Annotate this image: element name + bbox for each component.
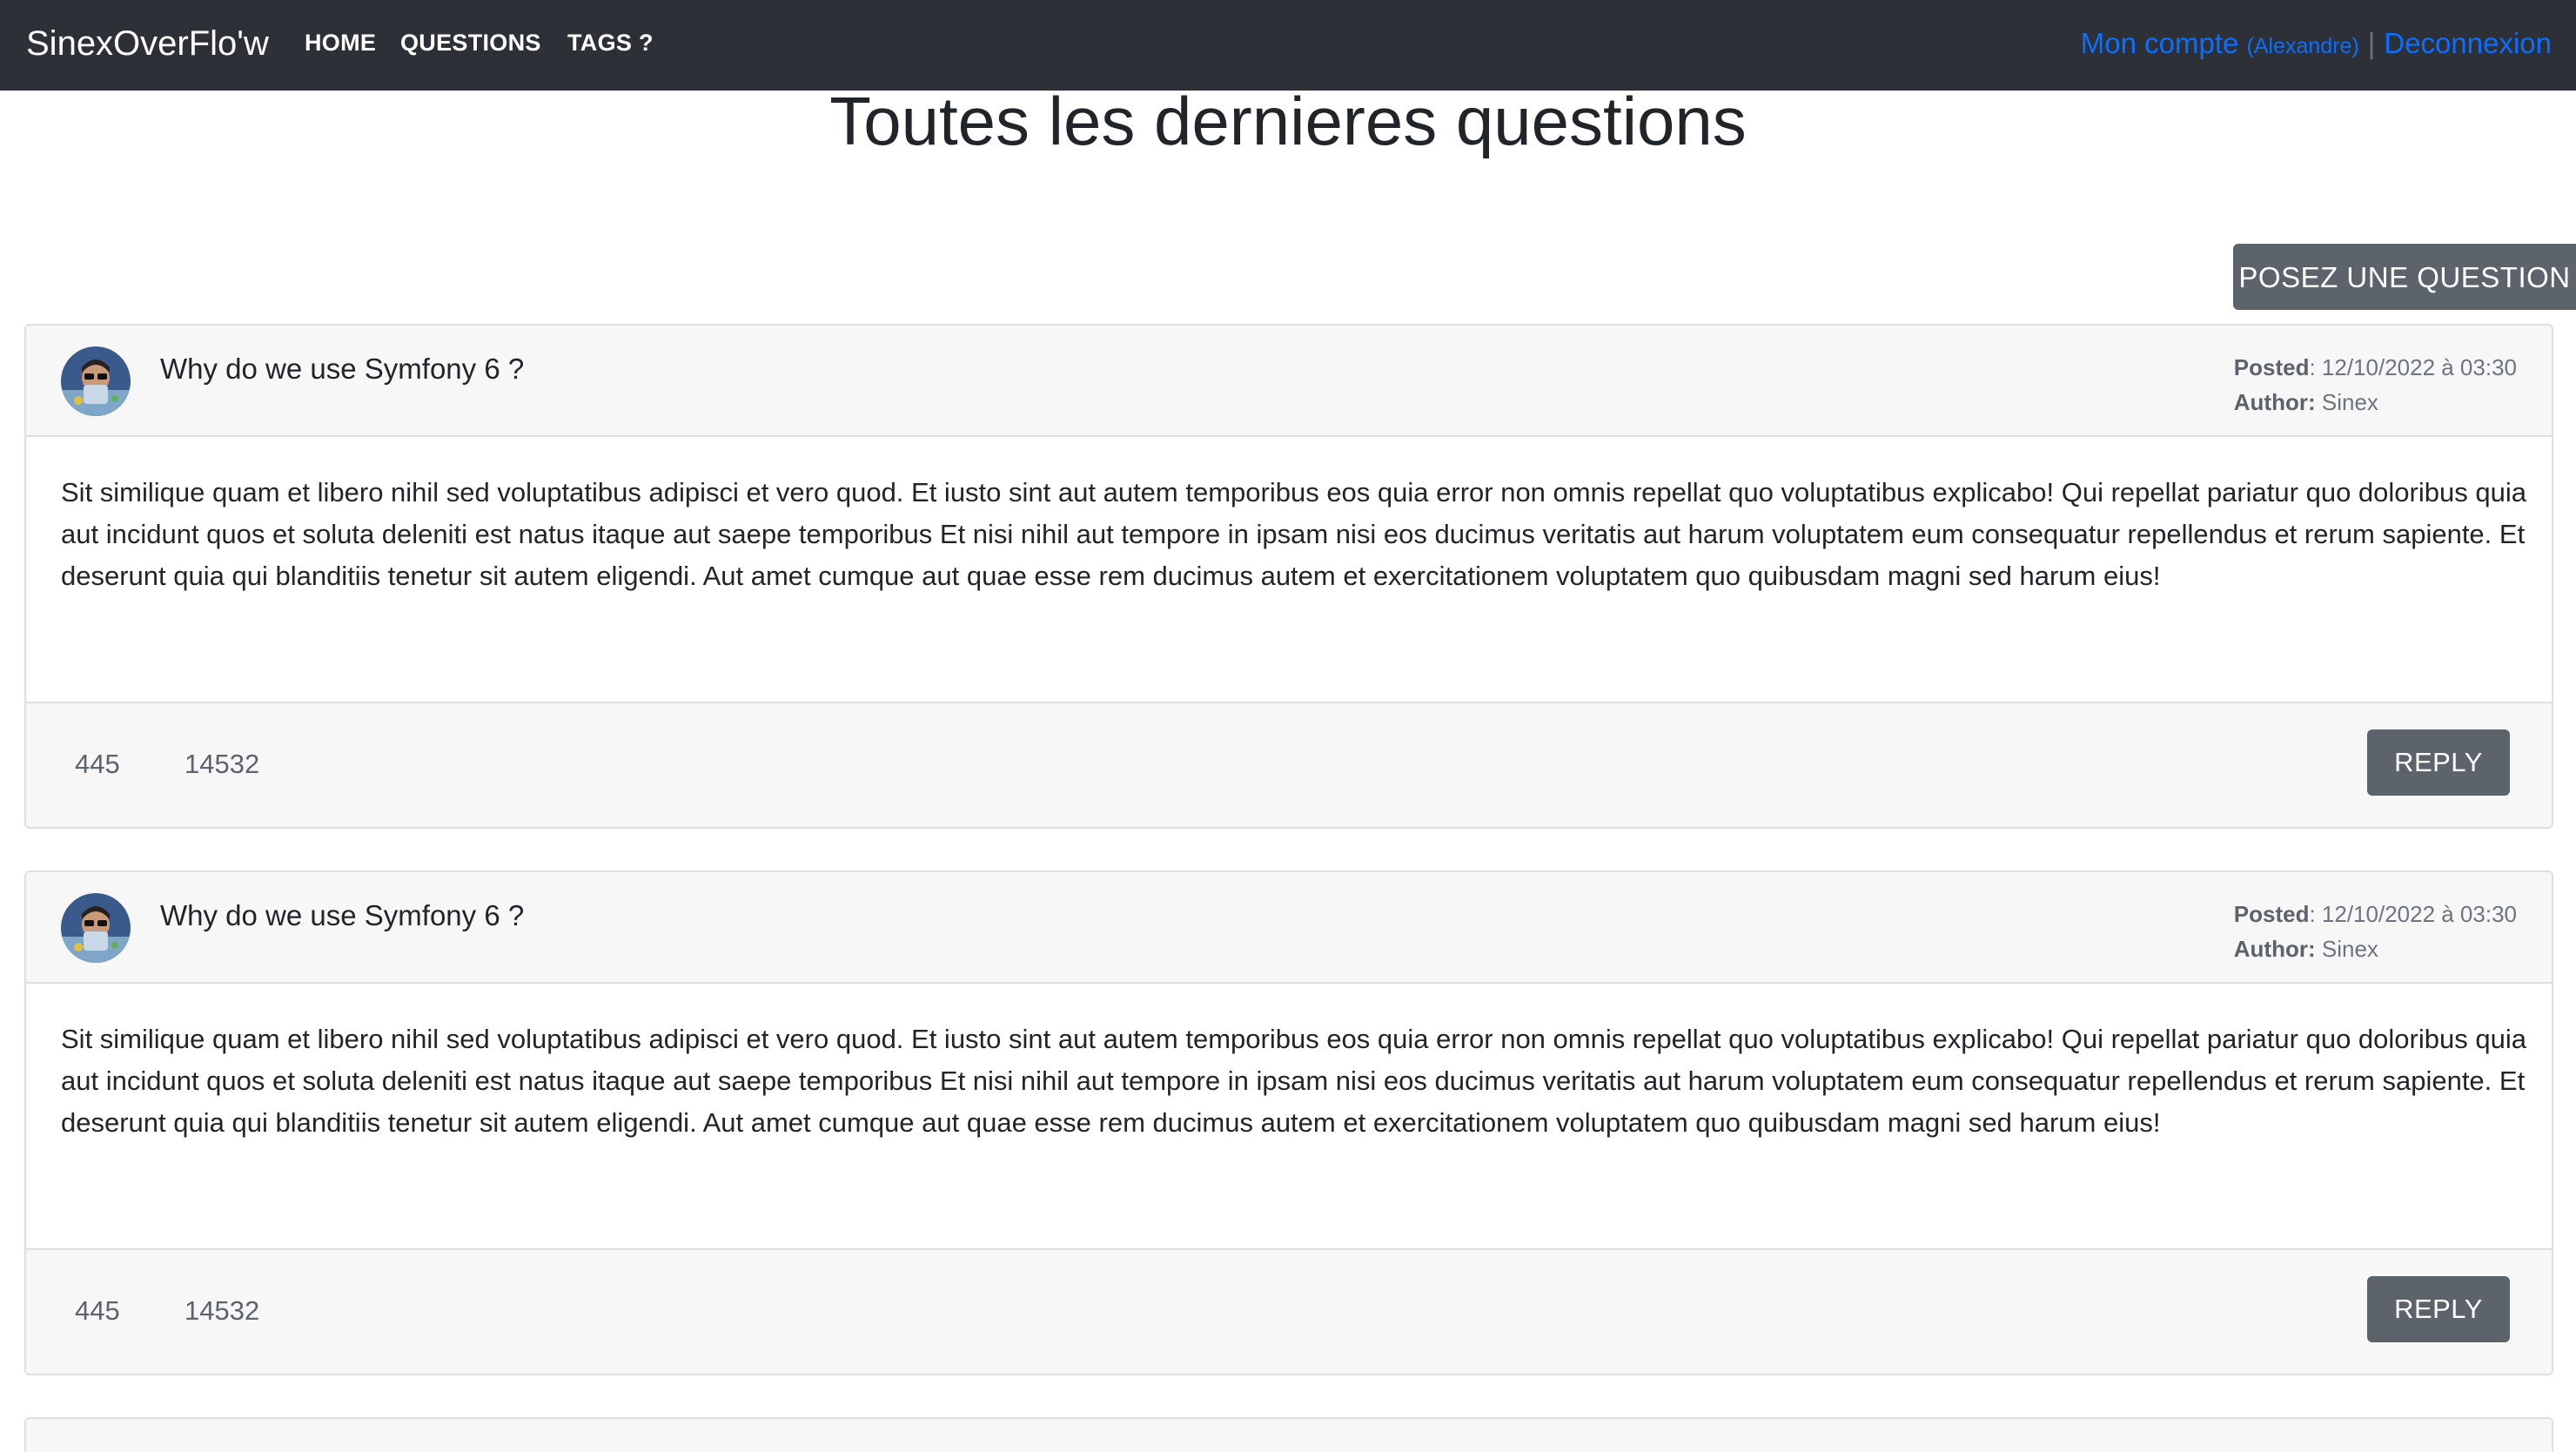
my-account-link[interactable]: Mon compte (Alexandre)	[2081, 27, 2359, 59]
author-label: Author:	[2233, 936, 2316, 962]
posted-date: : 12/10/2022 à 03:30	[2309, 354, 2517, 380]
author-line: Author: Sinex	[2234, 385, 2517, 420]
user-avatar-icon	[61, 893, 131, 963]
votes-count: 445	[75, 749, 120, 779]
nav-tags-link[interactable]: TAGS ?	[567, 29, 654, 57]
avatar	[61, 346, 131, 416]
nav-home-link[interactable]: HOME	[305, 29, 376, 57]
question-card: Why do we use Symfony 6 ? Posted: 12/10/…	[24, 324, 2553, 829]
ask-question-button[interactable]: POSEZ UNE QUESTION	[2233, 244, 2576, 310]
brand-logo-link[interactable]: SinexOverFlo'w	[26, 23, 269, 64]
question-title[interactable]: Why do we use Symfony 6 ?	[160, 352, 524, 387]
posted-label: Posted	[2233, 354, 2310, 380]
author-label: Author:	[2233, 389, 2316, 415]
author-line: Author: Sinex	[2234, 931, 2517, 966]
question-body: Sit similique quam et libero nihil sed v…	[61, 477, 2526, 591]
views-count: 14532	[184, 1295, 260, 1326]
page-title: Toutes les dernieres questions	[829, 83, 1747, 159]
question-card-footer: 445 14532 REPLY	[26, 702, 2552, 827]
avatar	[61, 893, 131, 963]
account-username: (Alexandre)	[2246, 34, 2359, 58]
question-card-partial	[24, 1417, 2553, 1452]
author-name: Sinex	[2321, 936, 2378, 962]
my-account-label: Mon compte	[2080, 27, 2239, 59]
account-separator: |	[2367, 27, 2376, 59]
posted-date: : 12/10/2022 à 03:30	[2309, 901, 2517, 927]
posted-line: Posted: 12/10/2022 à 03:30	[2234, 350, 2517, 385]
nav-questions-link[interactable]: QUESTIONS	[400, 29, 541, 57]
question-card-header: Why do we use Symfony 6 ? Posted: 12/10/…	[26, 326, 2552, 437]
posted-label: Posted	[2233, 901, 2310, 927]
question-title[interactable]: Why do we use Symfony 6 ?	[160, 898, 524, 933]
question-card-header	[26, 1419, 2552, 1452]
posted-line: Posted: 12/10/2022 à 03:30	[2234, 897, 2517, 931]
question-meta: Posted: 12/10/2022 à 03:30 Author: Sinex	[2234, 350, 2517, 420]
votes-count: 445	[75, 1295, 120, 1326]
reply-button[interactable]: REPLY	[2367, 729, 2510, 796]
reply-button[interactable]: REPLY	[2367, 1276, 2510, 1342]
logout-link[interactable]: Deconnexion	[2384, 27, 2552, 59]
views-count: 14532	[184, 749, 260, 779]
question-body: Sit similique quam et libero nihil sed v…	[61, 1024, 2526, 1138]
question-card-header: Why do we use Symfony 6 ? Posted: 12/10/…	[26, 872, 2552, 984]
top-navbar: SinexOverFlo'w HOME QUESTIONS TAGS ? Mon…	[0, 0, 2576, 91]
question-card: Why do we use Symfony 6 ? Posted: 12/10/…	[24, 871, 2553, 1375]
question-card-footer: 445 14532 REPLY	[26, 1248, 2552, 1374]
author-name: Sinex	[2321, 389, 2378, 415]
question-meta: Posted: 12/10/2022 à 03:30 Author: Sinex	[2234, 897, 2517, 966]
user-avatar-icon	[61, 346, 131, 416]
account-area: Mon compte (Alexandre) | Deconnexion	[2081, 26, 2552, 64]
